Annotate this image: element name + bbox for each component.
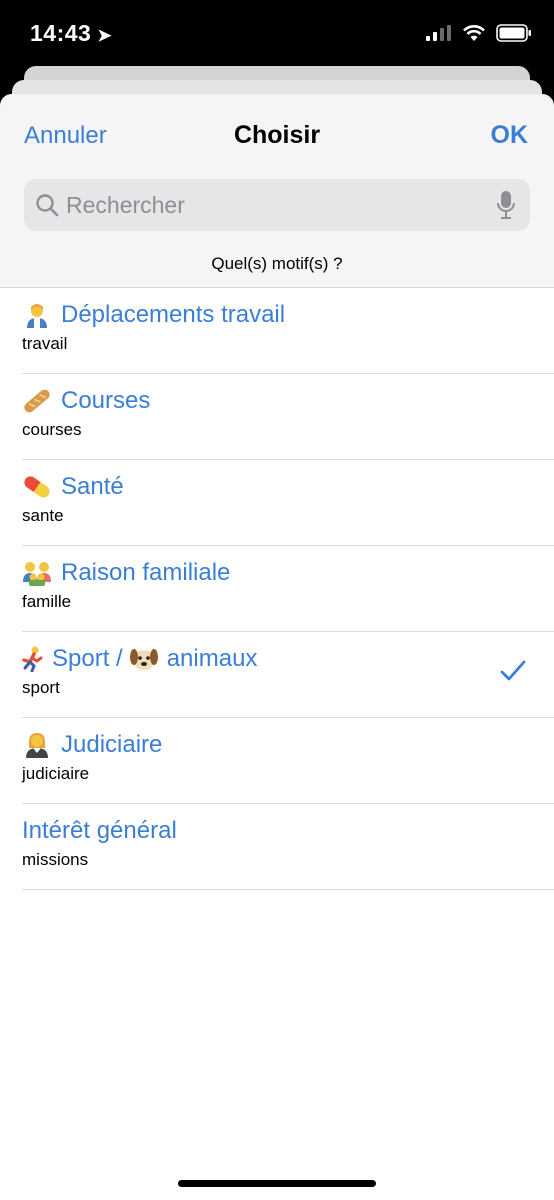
status-icons <box>426 24 532 42</box>
search-input[interactable] <box>60 191 494 219</box>
ok-button[interactable]: OK <box>491 121 529 150</box>
list-item-title: Raison familiale <box>61 559 231 586</box>
list-item-subtitle: sante <box>22 506 64 525</box>
cancel-button[interactable]: Annuler <box>24 122 107 150</box>
wifi-icon <box>463 25 485 41</box>
office-worker-icon <box>22 302 52 328</box>
cellular-signal-icon <box>426 25 451 41</box>
location-arrow-icon: ➤ <box>97 26 113 45</box>
search-icon <box>34 192 60 218</box>
list-item-title-suffix: animaux <box>166 645 258 672</box>
list-item-title: Courses <box>61 387 151 414</box>
list-item-subtitle: judiciaire <box>22 764 90 783</box>
search-bar[interactable] <box>24 179 530 231</box>
status-time: 14:43 ➤ <box>30 20 112 47</box>
status-time-text: 14:43 <box>30 20 92 46</box>
picker-sheet: Annuler Choisir OK Quel(s) motif(s) ? <box>0 94 554 1200</box>
list-item-deplacements-travail[interactable]: Déplacements travail travail <box>22 288 554 374</box>
list-item-title: Judiciaire <box>61 731 163 758</box>
picker-subtitle: Quel(s) motif(s) ? <box>211 254 343 273</box>
list-item-subtitle: missions <box>22 850 89 869</box>
list-item-title: Déplacements travail <box>61 301 286 328</box>
list-item-subtitle: sport <box>22 678 60 697</box>
dog-face-icon <box>129 646 159 672</box>
home-indicator[interactable] <box>178 1180 376 1187</box>
list-item-courses[interactable]: Courses courses <box>22 374 554 460</box>
list-item-sport-animaux[interactable]: Sport / animaux sport <box>22 632 554 718</box>
list-item-sante[interactable]: Santé sante <box>22 460 554 546</box>
list-item-subtitle: famille <box>22 592 72 611</box>
list-item-title: Santé <box>61 473 124 500</box>
checkmark-icon <box>500 660 526 687</box>
battery-icon <box>496 24 531 42</box>
judge-icon <box>22 732 52 758</box>
baguette-icon <box>22 388 52 414</box>
list-item-subtitle: travail <box>22 334 68 353</box>
list-item-raison-familiale[interactable]: Raison familiale famille <box>22 546 554 632</box>
status-bar: 14:43 ➤ <box>0 0 554 70</box>
motif-list: Déplacements travail travail Courses cou… <box>0 288 554 890</box>
list-item-title: Sport / <box>52 645 123 672</box>
list-item-title: Intérêt général <box>22 817 177 844</box>
picker-header: Annuler Choisir OK Quel(s) motif(s) ? <box>0 94 554 288</box>
runner-icon <box>20 646 46 673</box>
list-item-judiciaire[interactable]: Judiciaire judiciaire <box>22 718 554 804</box>
pill-icon <box>22 474 52 500</box>
family-icon <box>22 560 52 586</box>
list-item-interet-general[interactable]: Intérêt général missions <box>22 804 554 890</box>
microphone-icon[interactable] <box>494 190 518 220</box>
list-item-subtitle: courses <box>22 420 82 439</box>
